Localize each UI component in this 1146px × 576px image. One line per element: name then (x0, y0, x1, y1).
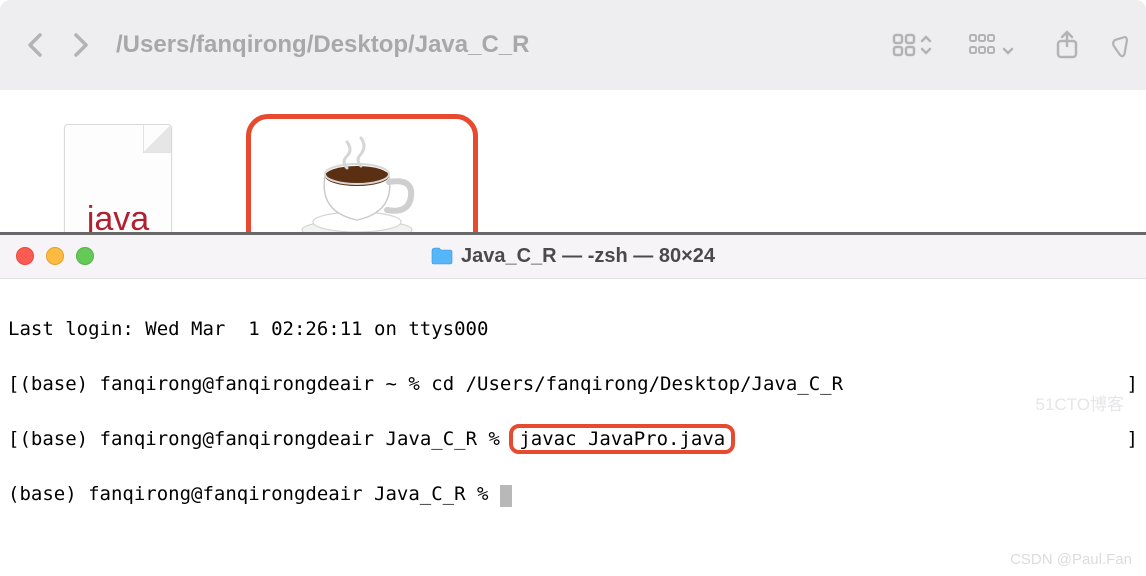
terminal-titlebar: Java_C_R — -zsh — 80×24 (0, 235, 1146, 279)
close-button[interactable] (16, 247, 34, 265)
share-button[interactable] (1042, 30, 1092, 60)
zoom-button[interactable] (76, 247, 94, 265)
group-button[interactable] (956, 31, 1034, 59)
terminal-line: [(base) fanqirong@fanqirongdeair Java_C_… (8, 426, 1138, 454)
terminal-title-text: Java_C_R — -zsh — 80×24 (461, 245, 715, 268)
terminal-line: Last login: Wed Mar 1 02:26:11 on ttys00… (8, 316, 1138, 344)
forward-button[interactable] (62, 31, 98, 59)
window-controls (16, 247, 94, 265)
finder-toolbar: /Users/fanqirong/Desktop/Java_C_R (0, 0, 1146, 90)
terminal-window: Java_C_R — -zsh — 80×24 Last login: Wed … (0, 232, 1146, 576)
terminal-body[interactable]: Last login: Wed Mar 1 02:26:11 on ttys00… (0, 279, 1146, 576)
back-button[interactable] (18, 31, 54, 59)
folder-icon (431, 247, 453, 265)
path-display: /Users/fanqirong/Desktop/Java_C_R (116, 31, 529, 59)
view-grid-button[interactable] (880, 31, 948, 59)
minimize-button[interactable] (46, 247, 64, 265)
terminal-prompt: (base) fanqirong@fanqirongdeair Java_C_R… (8, 481, 1138, 509)
terminal-line: [(base) fanqirong@fanqirongdeair ~ % cd … (8, 371, 1138, 399)
javac-command-highlight: javac JavaPro.java (509, 424, 735, 454)
tag-button[interactable] (1100, 31, 1128, 59)
cursor (500, 485, 512, 507)
